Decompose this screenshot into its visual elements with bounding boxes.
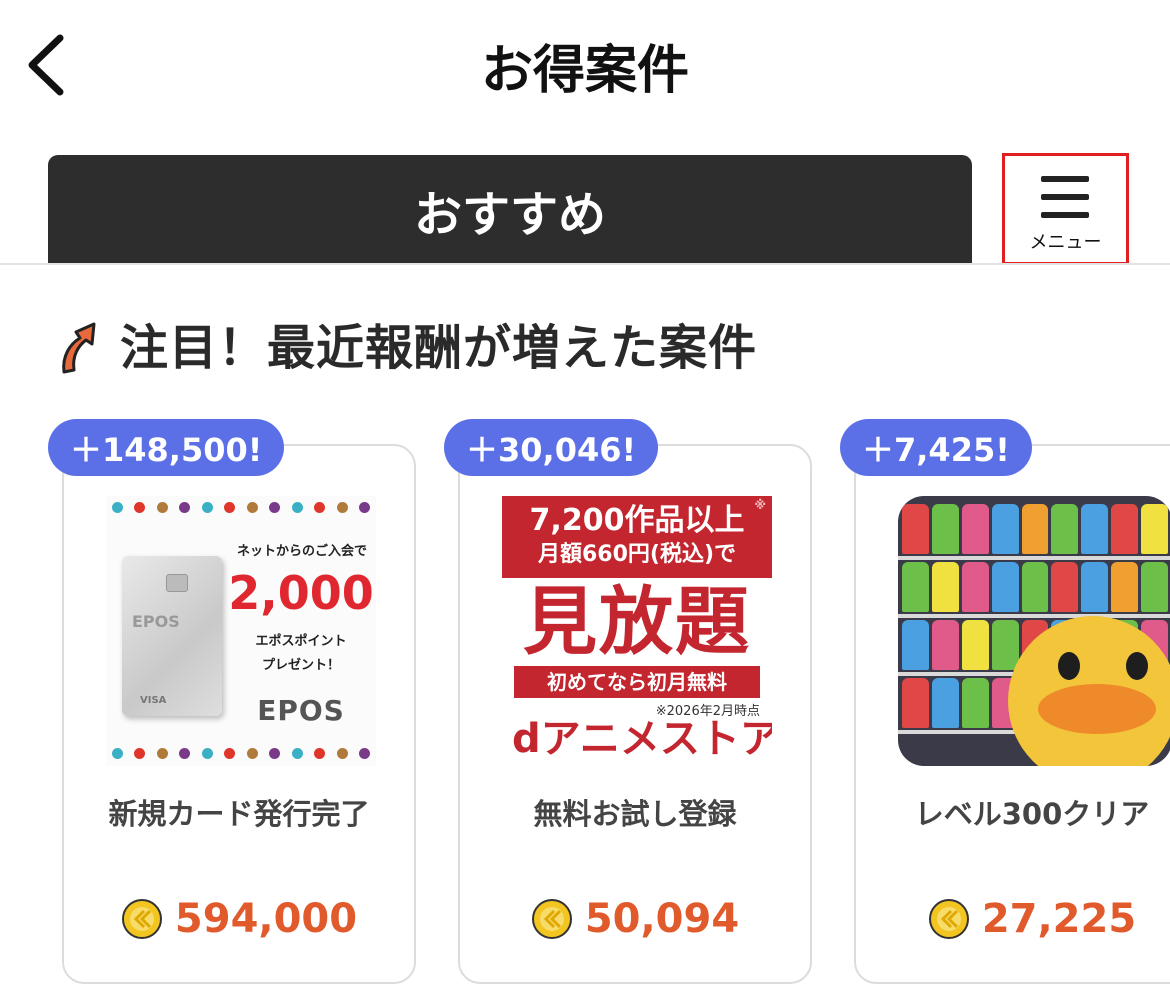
epos-logo: EPOS — [257, 694, 345, 727]
menu-button[interactable]: メニュー — [1002, 153, 1129, 265]
promo-line-2: 月額660円(税込)で — [537, 542, 737, 567]
promo-band: 初めてなら初月無料 — [514, 666, 760, 698]
hamburger-icon — [1041, 176, 1089, 220]
promo-line-1: 7,200作品以上 — [529, 503, 745, 538]
promo-present: プレゼント！ — [261, 658, 340, 673]
promo-headline: 見放題 — [523, 579, 751, 665]
coin-icon — [121, 899, 162, 939]
tab-divider — [0, 263, 1170, 265]
section-header: 注目！最近報酬が増えた案件 — [56, 308, 757, 378]
page-title: お得案件 — [480, 41, 689, 101]
duck-eye — [1058, 652, 1080, 680]
coin-icon — [928, 899, 969, 939]
offer-reward: 27,225 — [856, 896, 1170, 942]
offer-thumbnail: 7,200作品以上 月額660円(税込)で ※ 見放題 初めてなら初月無料 ※2… — [502, 496, 772, 766]
offer-name: 新規カード発行完了 — [108, 797, 370, 831]
promo-amount: 2,000 — [228, 566, 374, 620]
promo-mark: ※ — [754, 498, 766, 512]
reward-value: 50,094 — [584, 896, 740, 942]
dot-border — [112, 748, 370, 759]
coin-icon — [531, 899, 572, 939]
reward-value: 594,000 — [174, 896, 358, 942]
offer-name: レベル300クリア — [914, 797, 1150, 831]
offer-card-game[interactable]: レベル300クリア 27,225 — [854, 444, 1170, 984]
tab-recommended[interactable]: おすすめ — [48, 155, 972, 265]
header: お得案件 — [0, 0, 1170, 130]
bonus-badge: ＋148,500! — [48, 419, 285, 476]
bonus-badge: ＋7,425! — [840, 419, 1032, 476]
bonus-badge: ＋30,046! — [444, 419, 659, 476]
offer-card-epos[interactable]: EPOS VISA ネットからのご入会で 2,000 エポスポイント プレゼント… — [62, 444, 416, 984]
danime-logo: dアニメストア — [512, 716, 772, 762]
promo-line-1: ネットからのご入会で — [236, 544, 367, 559]
offer-name: 無料お試し登録 — [533, 797, 737, 831]
menu-label: メニュー — [1029, 232, 1102, 253]
reward-value: 27,225 — [981, 896, 1137, 942]
offer-card-danime[interactable]: 7,200作品以上 月額660円(税込)で ※ 見放題 初めてなら初月無料 ※2… — [458, 444, 812, 984]
shelf-row — [898, 562, 1170, 612]
promo-header: 7,200作品以上 月額660円(税込)で ※ — [502, 496, 772, 578]
shelf-line — [898, 614, 1170, 618]
shelf-line — [898, 556, 1170, 560]
card-network: VISA — [140, 695, 167, 706]
duck-beak — [1038, 684, 1156, 734]
card-brand: EPOS — [132, 612, 180, 631]
card-chip — [166, 574, 188, 592]
dot-border — [112, 502, 370, 513]
shelf-row — [898, 504, 1170, 554]
offer-reward: 50,094 — [460, 896, 810, 942]
credit-card-image: EPOS VISA — [122, 556, 222, 716]
promo-line-2: エポスポイント プレゼント！ — [226, 630, 376, 678]
section-title: 注目！最近報酬が増えた案件 — [120, 320, 758, 376]
tab-bar: おすすめ メニュー — [0, 153, 1170, 265]
offer-thumbnail: EPOS VISA ネットからのご入会で 2,000 エポスポイント プレゼント… — [106, 496, 376, 766]
promo-points: エポスポイント — [255, 634, 347, 649]
duck-eye — [1126, 652, 1148, 680]
offer-reward: 594,000 — [64, 896, 414, 942]
offer-thumbnail — [898, 496, 1170, 766]
trend-up-arrow-icon — [62, 322, 96, 374]
